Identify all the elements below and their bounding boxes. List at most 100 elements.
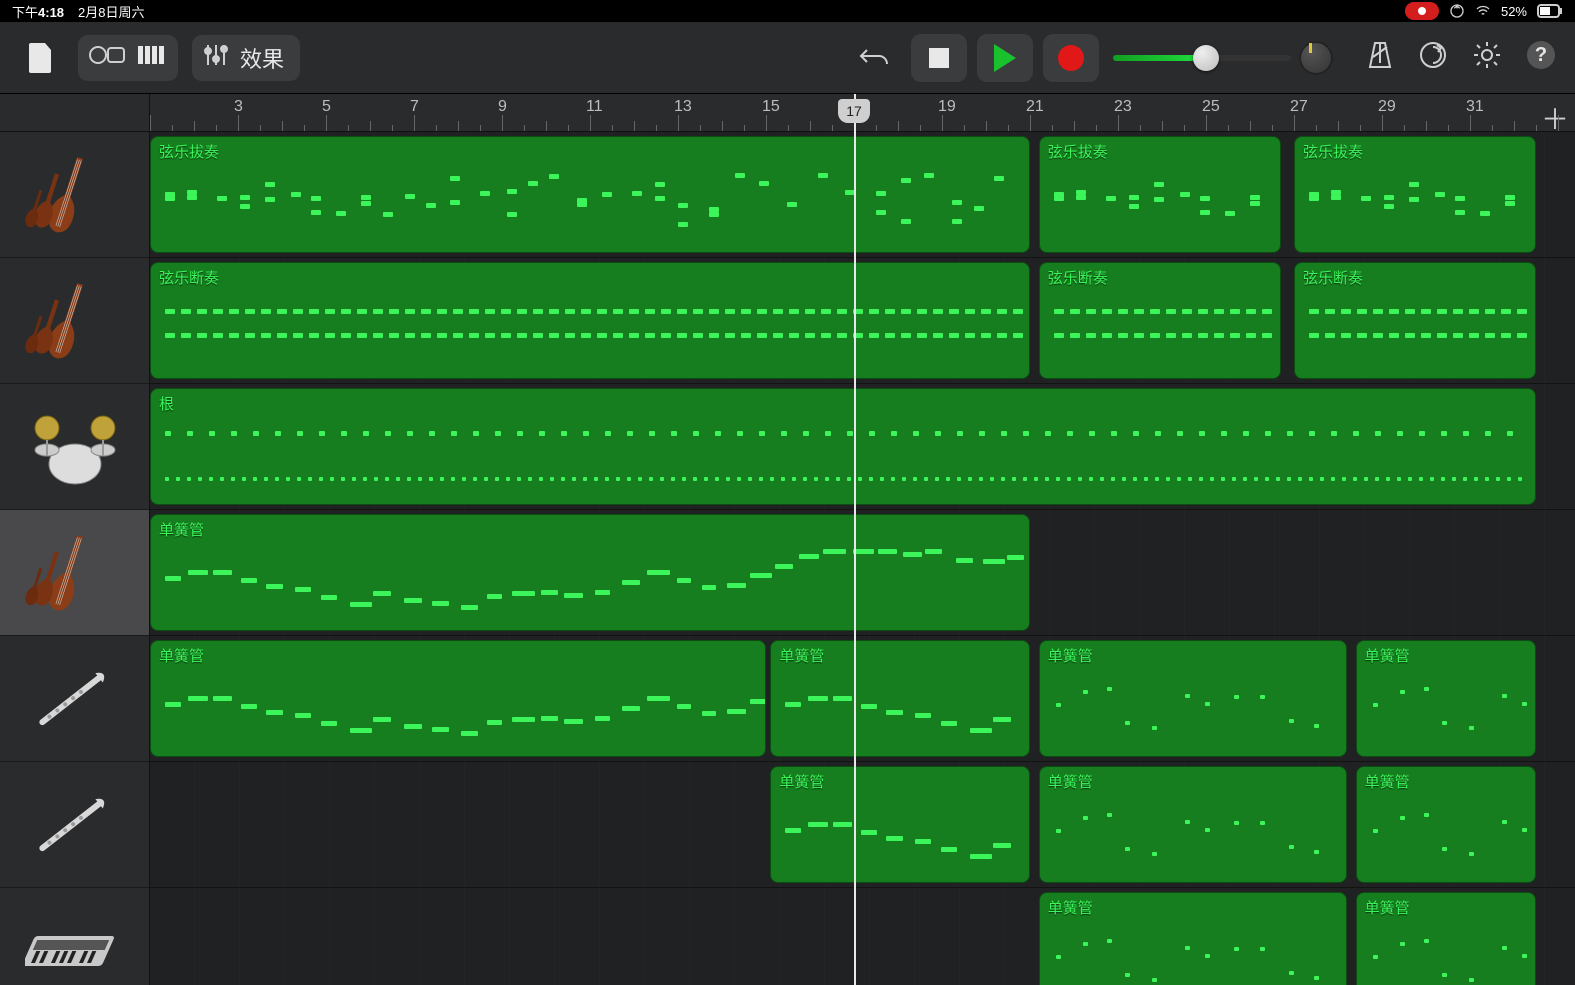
region-label: 弦乐拔奏 <box>1303 141 1363 162</box>
midi-region[interactable]: 弦乐断奏 <box>1294 262 1536 379</box>
playhead-marker[interactable]: 17 <box>838 99 870 123</box>
view-mode-group <box>78 35 178 81</box>
ruler-bar-label: 15 <box>762 98 780 116</box>
region-label: 根 <box>159 393 174 414</box>
my-songs-button[interactable] <box>18 35 64 81</box>
track-header[interactable] <box>0 132 149 258</box>
ruler-bar-label: 29 <box>1378 98 1396 116</box>
ruler-bar-label: 31 <box>1466 98 1484 116</box>
track-row[interactable]: 单簧管 单簧管 单簧管 单簧管 <box>150 636 1575 762</box>
region-label: 单簧管 <box>779 645 824 666</box>
loop-browser-button[interactable] <box>1417 39 1449 76</box>
master-volume-slider[interactable] <box>1113 41 1333 75</box>
region-label: 单簧管 <box>1048 771 1093 792</box>
track-row[interactable]: 单簧管 <box>150 510 1575 636</box>
track-header[interactable] <box>0 636 149 762</box>
track-header[interactable] <box>0 510 149 636</box>
tracks-arrange-area[interactable]: 弦乐拔奏弦乐拔奏弦乐拔奏弦乐断奏弦乐断奏弦乐断奏根单簧管单簧管单簧管单簧管单簧管… <box>150 132 1575 985</box>
midi-region[interactable]: 单簧管 <box>770 766 1030 883</box>
instrument-icon <box>25 402 125 492</box>
settings-button[interactable] <box>1471 39 1503 76</box>
undo-button[interactable] <box>851 35 897 81</box>
battery-icon <box>1537 4 1563 18</box>
midi-region[interactable]: 单簧管 <box>1356 640 1536 757</box>
screen-record-indicator[interactable] <box>1405 2 1439 20</box>
ruler-bar-label: 9 <box>498 98 507 116</box>
help-button[interactable]: ? <box>1525 39 1557 76</box>
tracks-view-button[interactable] <box>88 42 128 73</box>
midi-region[interactable]: 弦乐拔奏 <box>1039 136 1281 253</box>
mixer-effects-group: 效果 <box>192 35 300 81</box>
instrument-icon <box>25 150 125 240</box>
volume-thumb[interactable] <box>1193 45 1219 71</box>
region-label: 单簧管 <box>1048 645 1093 666</box>
instrument-icon <box>25 906 125 985</box>
midi-region[interactable]: 单簧管 <box>1039 892 1347 985</box>
ruler-bar-label: 7 <box>410 98 419 116</box>
wifi-icon <box>1475 3 1491 19</box>
ios-status-bar: 下午4:18 2月8日周六 52% <box>0 0 1575 22</box>
record-button[interactable] <box>1043 34 1099 82</box>
region-label: 单簧管 <box>159 645 204 666</box>
track-header[interactable] <box>0 384 149 510</box>
track-header[interactable] <box>0 258 149 384</box>
midi-region[interactable]: 单簧管 <box>1356 766 1536 883</box>
midi-region[interactable]: 根 <box>150 388 1536 505</box>
ruler-bar-label: 25 <box>1202 98 1220 116</box>
keyboard-view-button[interactable] <box>138 42 168 73</box>
master-knob[interactable] <box>1299 41 1333 75</box>
status-time: 下午4:18 <box>12 2 64 21</box>
play-button[interactable] <box>977 34 1033 82</box>
midi-region[interactable]: 弦乐断奏 <box>150 262 1030 379</box>
playhead-line[interactable] <box>854 94 856 985</box>
region-label: 弦乐断奏 <box>159 267 219 288</box>
orientation-lock-icon <box>1449 3 1465 19</box>
region-label: 单簧管 <box>159 519 204 540</box>
ruler-bar-label: 21 <box>1026 98 1044 116</box>
midi-region[interactable]: 单簧管 <box>1039 766 1347 883</box>
ruler-bar-label: 11 <box>586 98 603 116</box>
midi-region[interactable]: 单簧管 <box>150 640 766 757</box>
track-header[interactable] <box>0 762 149 888</box>
metronome-button[interactable] <box>1365 39 1395 76</box>
ruler-bar-label: 27 <box>1290 98 1308 116</box>
region-label: 弦乐断奏 <box>1303 267 1363 288</box>
ruler-bar-label: 3 <box>234 98 243 116</box>
midi-region[interactable]: 单簧管 <box>1356 892 1536 985</box>
midi-region[interactable]: 弦乐拔奏 <box>1294 136 1536 253</box>
region-label: 弦乐拔奏 <box>159 141 219 162</box>
region-label: 单簧管 <box>779 771 824 792</box>
region-label: 单簧管 <box>1365 771 1410 792</box>
midi-region[interactable]: 单簧管 <box>1039 640 1347 757</box>
midi-region[interactable]: 单簧管 <box>150 514 1030 631</box>
track-row[interactable]: 弦乐拔奏 弦乐拔奏 弦乐拔奏 <box>150 132 1575 258</box>
transport-controls <box>911 34 1099 82</box>
battery-percent: 52% <box>1501 4 1527 19</box>
main-toolbar: 效果 ? <box>0 22 1575 94</box>
instrument-icon <box>25 654 125 744</box>
region-label: 弦乐断奏 <box>1048 267 1108 288</box>
ruler-bar-label: 23 <box>1114 98 1132 116</box>
mixer-button[interactable] <box>202 41 230 74</box>
track-row[interactable]: 单簧管 单簧管 <box>150 888 1575 985</box>
effects-button[interactable]: 效果 <box>240 42 290 74</box>
midi-region[interactable]: 弦乐拔奏 <box>150 136 1030 253</box>
region-label: 单簧管 <box>1365 897 1410 918</box>
region-label: 单簧管 <box>1365 645 1410 666</box>
track-header[interactable] <box>0 888 149 985</box>
instrument-icon <box>25 276 125 366</box>
midi-region[interactable]: 单簧管 <box>770 640 1030 757</box>
svg-text:?: ? <box>1535 44 1547 66</box>
track-row[interactable]: 单簧管 单簧管 单簧管 <box>150 762 1575 888</box>
ruler-bar-label: 5 <box>322 98 331 116</box>
midi-region[interactable]: 弦乐断奏 <box>1039 262 1281 379</box>
track-headers-column <box>0 94 150 985</box>
stop-button[interactable] <box>911 34 967 82</box>
main-area: ＋ 35791113151719212325272931 17 弦乐拔奏弦乐拔奏… <box>0 94 1575 985</box>
timeline-area[interactable]: ＋ 35791113151719212325272931 17 弦乐拔奏弦乐拔奏… <box>150 94 1575 985</box>
region-label: 弦乐拔奏 <box>1048 141 1108 162</box>
region-label: 单簧管 <box>1048 897 1093 918</box>
track-row[interactable]: 弦乐断奏 弦乐断奏 弦乐断奏 <box>150 258 1575 384</box>
status-date: 2月8日周六 <box>78 2 144 21</box>
track-row[interactable]: 根 <box>150 384 1575 510</box>
